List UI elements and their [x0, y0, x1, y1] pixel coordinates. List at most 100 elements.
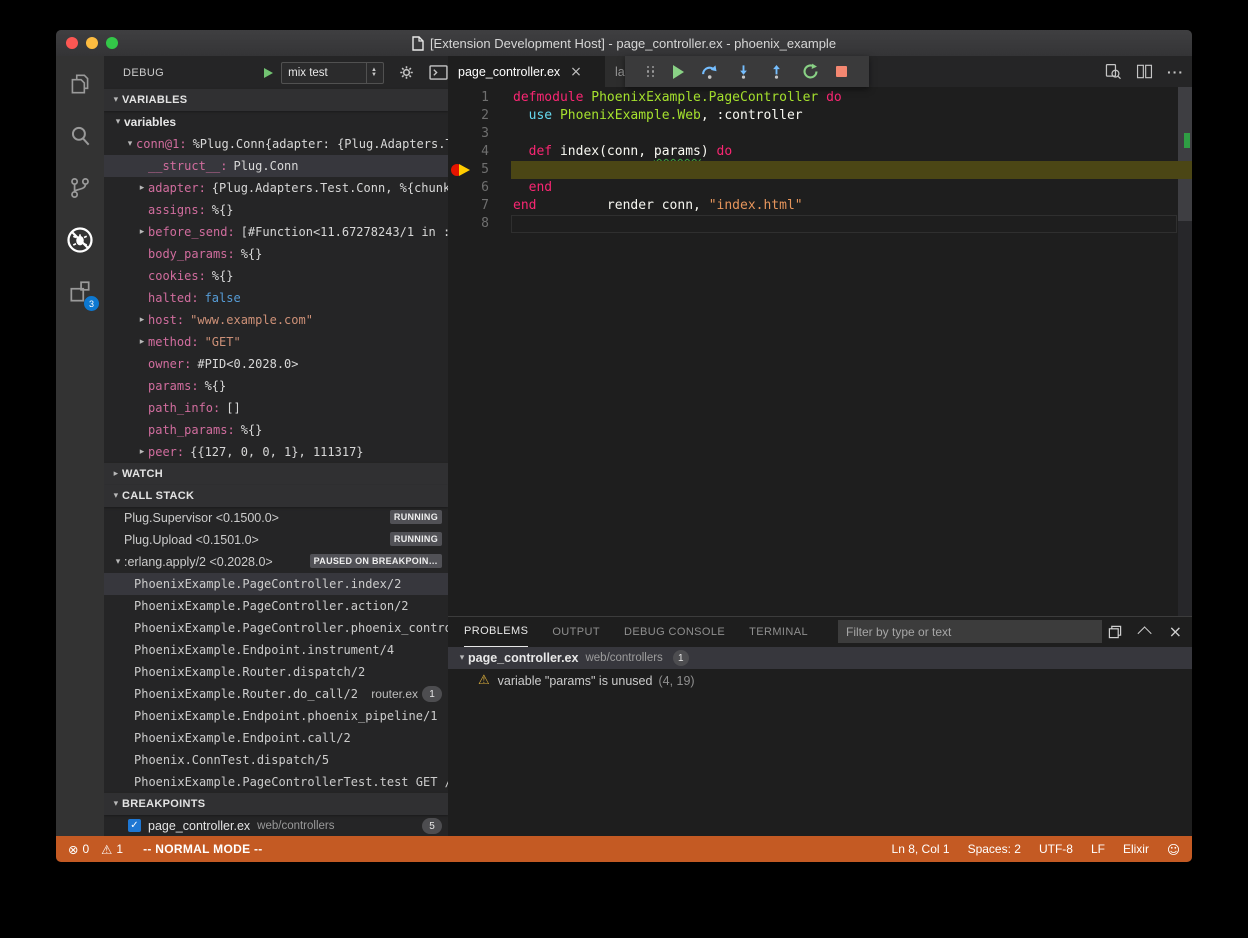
- continue-button[interactable]: [673, 65, 684, 79]
- variable-row[interactable]: cookies:%{}: [104, 265, 448, 287]
- variable-row[interactable]: params:%{}: [104, 375, 448, 397]
- window-title: [Extension Development Host] - page_cont…: [430, 36, 836, 51]
- extensions-badge: 3: [84, 296, 99, 311]
- thread-row[interactable]: Plug.Supervisor <0.1500.0>RUNNING: [104, 507, 448, 529]
- zoom-window-button[interactable]: [106, 37, 118, 49]
- twistie-icon: ▸: [136, 315, 148, 325]
- extensions-icon[interactable]: 3: [56, 268, 104, 316]
- source-control-icon[interactable]: [56, 164, 104, 212]
- editor-scrollbar[interactable]: [1178, 87, 1192, 617]
- minimize-window-button[interactable]: [86, 37, 98, 49]
- twistie-icon: ▸: [136, 227, 148, 237]
- tab-page-controller[interactable]: page_controller.ex ×: [448, 56, 605, 87]
- twistie-icon: ▾: [112, 117, 124, 127]
- breakpoint-row[interactable]: ✓ page_controller.ex web/controllers 5: [104, 815, 448, 836]
- warning-icon: ⚠: [101, 842, 112, 857]
- language-mode[interactable]: Elixir: [1123, 842, 1149, 856]
- encoding[interactable]: UTF-8: [1039, 842, 1073, 856]
- tab-problems[interactable]: PROBLEMS: [464, 617, 528, 647]
- variable-row[interactable]: body_params:%{}: [104, 243, 448, 265]
- watch-section-header[interactable]: ▸ WATCH: [104, 463, 448, 485]
- editor-area: page_controller.ex × la ··· 1defmodule P…: [448, 56, 1192, 836]
- stack-frame-row[interactable]: PhoenixExample.PageController.index/2: [104, 573, 448, 595]
- stack-frame-row[interactable]: PhoenixExample.Endpoint.call/2: [104, 727, 448, 749]
- thread-row[interactable]: Plug.Upload <0.1501.0>RUNNING: [104, 529, 448, 551]
- debug-config-dropdown[interactable]: mix test ▲▼: [281, 62, 384, 84]
- breakpoints-section-header[interactable]: ▾ BREAKPOINTS: [104, 793, 448, 815]
- code-line: 2 use PhoenixExample.Web, :controller: [448, 107, 1192, 125]
- restart-button[interactable]: [802, 63, 819, 80]
- debug-sidebar: DEBUG mix test ▲▼ ▾ VARIABLES ▾variables…: [104, 56, 448, 836]
- variable-row[interactable]: ▸adapter:{Plug.Adapters.Test.Conn, %{chu…: [104, 177, 448, 199]
- start-debug-button[interactable]: [264, 68, 273, 78]
- search-icon[interactable]: [56, 112, 104, 160]
- stack-frame-row[interactable]: PhoenixExample.PageController.action/2: [104, 595, 448, 617]
- toolbar-drag-grip[interactable]: [647, 66, 655, 78]
- step-over-button[interactable]: [701, 63, 718, 80]
- explorer-icon[interactable]: [56, 60, 104, 108]
- traffic-lights: [66, 37, 118, 49]
- stack-frame-row[interactable]: PhoenixExample.Router.do_call/2router.ex…: [104, 683, 448, 705]
- error-count[interactable]: ⊗ 0: [68, 842, 89, 857]
- stack-frame-row[interactable]: PhoenixExample.Endpoint.phoenix_pipeline…: [104, 705, 448, 727]
- stop-button[interactable]: [836, 66, 847, 77]
- vscode-window: [Extension Development Host] - page_cont…: [56, 30, 1192, 862]
- stack-frame-row[interactable]: Phoenix.ConnTest.dispatch/5: [104, 749, 448, 771]
- warning-count[interactable]: ⚠ 1: [101, 842, 123, 857]
- variable-row[interactable]: ▸host:"www.example.com": [104, 309, 448, 331]
- problem-item[interactable]: ⚠ variable "params" is unused (4, 19): [448, 669, 1192, 692]
- breakpoint-checkbox[interactable]: ✓: [128, 819, 141, 832]
- variable-row[interactable]: ▸before_send:[#Function<11.67278243/1 in…: [104, 221, 448, 243]
- variable-row[interactable]: halted:false: [104, 287, 448, 309]
- stack-frame-row[interactable]: PhoenixExample.Endpoint.instrument/4: [104, 639, 448, 661]
- twistie-icon: ▾: [112, 557, 124, 567]
- step-into-button[interactable]: [736, 63, 751, 80]
- screen: [Extension Development Host] - page_cont…: [0, 0, 1248, 938]
- more-actions-icon[interactable]: ···: [1167, 64, 1184, 80]
- activity-bar: 3: [56, 56, 104, 836]
- step-out-button[interactable]: [769, 63, 784, 80]
- call-stack-section-header[interactable]: ▾ CALL STACK: [104, 485, 448, 507]
- tab-debug-console[interactable]: DEBUG CONSOLE: [624, 617, 725, 646]
- error-icon: ⊗: [68, 842, 78, 857]
- variable-row[interactable]: ▾conn@1:%Plug.Conn{adapter: {Plug.Adapte…: [104, 133, 448, 155]
- close-tab-icon[interactable]: ×: [570, 64, 582, 80]
- twistie-icon: ▾: [110, 95, 122, 105]
- maximize-panel-icon[interactable]: [1107, 624, 1123, 640]
- variable-row[interactable]: __struct__:Plug.Conn: [104, 155, 448, 177]
- tab-output[interactable]: OUTPUT: [552, 617, 600, 646]
- variable-row[interactable]: path_info:[]: [104, 397, 448, 419]
- debug-settings-gear-icon[interactable]: [398, 64, 415, 81]
- problems-filter-input[interactable]: [838, 620, 1102, 643]
- split-editor-icon[interactable]: [1136, 63, 1153, 80]
- variable-row[interactable]: ▸method:"GET": [104, 331, 448, 353]
- close-window-button[interactable]: [66, 37, 78, 49]
- stack-frame-row[interactable]: PhoenixExample.PageControllerTest.test G…: [104, 771, 448, 793]
- code-editor[interactable]: 1defmodule PhoenixExample.PageController…: [448, 87, 1192, 617]
- variable-scope-row[interactable]: ▾variables: [104, 111, 448, 133]
- indentation[interactable]: Spaces: 2: [968, 842, 1021, 856]
- code-line: 4 def index(conn, params) do: [448, 143, 1192, 161]
- stack-frame-row[interactable]: PhoenixExample.Router.dispatch/2: [104, 661, 448, 683]
- variable-row[interactable]: ▸peer:{{127, 0, 0, 1}, 111317}: [104, 441, 448, 463]
- problems-file-group[interactable]: ▾ page_controller.ex web/controllers 1: [448, 647, 1192, 669]
- eol-selector[interactable]: LF: [1091, 842, 1105, 856]
- stack-frame-row[interactable]: PhoenixExample.PageController.phoenix_co…: [104, 617, 448, 639]
- tab-terminal[interactable]: TERMINAL: [749, 617, 808, 646]
- close-panel-icon[interactable]: ×: [1169, 622, 1182, 641]
- breakpoint-count-badge: 5: [422, 818, 442, 834]
- cursor-position[interactable]: Ln 8, Col 1: [892, 842, 950, 856]
- variable-row[interactable]: assigns:%{}: [104, 199, 448, 221]
- debug-icon[interactable]: [56, 216, 104, 264]
- twistie-icon: ▸: [136, 183, 148, 193]
- thread-row[interactable]: ▾:erlang.apply/2 <0.2028.0>PAUSED ON BRE…: [104, 551, 448, 573]
- feedback-smiley-icon[interactable]: ☺: [1167, 842, 1180, 857]
- panel-chevron-up-icon[interactable]: [1137, 626, 1151, 640]
- debug-console-icon[interactable]: [429, 65, 448, 80]
- open-preview-icon[interactable]: [1104, 63, 1122, 81]
- variable-row[interactable]: owner:#PID<0.2028.0>: [104, 353, 448, 375]
- frame-file-label: router.ex: [371, 687, 418, 701]
- sidebar-title: DEBUG: [123, 67, 164, 79]
- variable-row[interactable]: path_params:%{}: [104, 419, 448, 441]
- variables-section-header[interactable]: ▾ VARIABLES: [104, 89, 448, 111]
